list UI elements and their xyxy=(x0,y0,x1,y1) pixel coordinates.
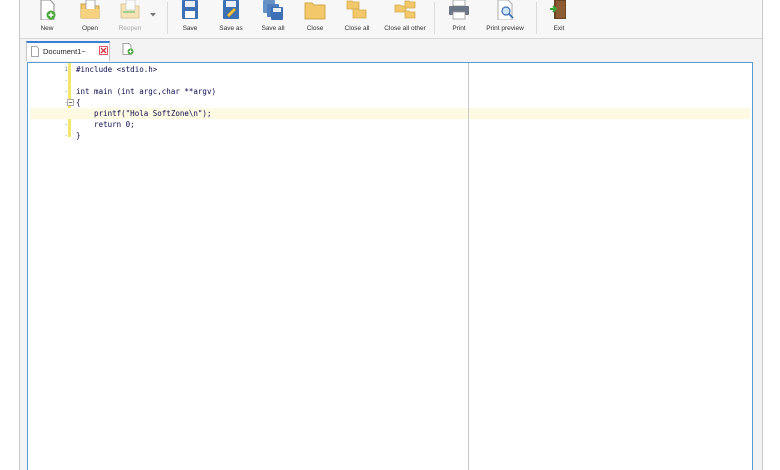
print-button[interactable]: Print xyxy=(444,0,474,38)
save-as-icon xyxy=(223,0,239,19)
new-button[interactable]: New xyxy=(32,0,62,38)
code-editor[interactable]: 1 - - - 6 - - #include <stdio.h> int mai… xyxy=(27,62,753,470)
fold-collapse-icon[interactable] xyxy=(67,99,74,106)
line-number: - xyxy=(64,88,68,95)
ribbon-toolbar: New Open Reopen Save Save as Save all Cl… xyxy=(20,0,762,39)
right-margin-guide xyxy=(468,63,469,470)
toolbar-separator xyxy=(536,2,537,34)
code-area[interactable]: #include <stdio.h> int main (int argc,ch… xyxy=(30,63,750,470)
code-line: return 0; xyxy=(76,120,135,129)
close-label: Close xyxy=(306,25,324,32)
new-tab-icon[interactable] xyxy=(122,43,134,55)
close-tab-icon[interactable] xyxy=(99,46,108,55)
code-line: int main (int argc,char **argv) xyxy=(76,87,216,96)
save-as-button[interactable]: Save as xyxy=(214,0,248,38)
line-number: - xyxy=(64,99,68,106)
close-all-other-icon xyxy=(394,0,416,19)
document-icon xyxy=(31,46,39,57)
code-line: #include <stdio.h> xyxy=(76,65,158,74)
save-all-button[interactable]: Save all xyxy=(256,0,290,38)
tab-label: Document1~ xyxy=(43,47,86,56)
reopen-icon xyxy=(120,0,140,19)
save-all-label: Save all xyxy=(261,25,285,32)
printer-icon xyxy=(449,0,469,20)
open-folder-icon xyxy=(80,0,100,19)
close-all-button[interactable]: Close all xyxy=(340,0,374,38)
close-all-other-label: Close all other xyxy=(384,25,426,32)
line-number: 1 xyxy=(64,66,68,73)
code-line: { xyxy=(76,98,81,107)
code-line: } xyxy=(76,131,81,140)
exit-label: Exit xyxy=(553,25,565,32)
tab-document1[interactable]: Document1~ xyxy=(26,41,110,61)
print-preview-icon xyxy=(497,0,514,20)
save-label: Save xyxy=(182,25,198,32)
save-all-icon xyxy=(263,0,283,20)
document-tab-bar: Document1~ xyxy=(20,39,762,61)
close-button[interactable]: Close xyxy=(300,0,330,38)
chevron-down-icon xyxy=(150,13,156,17)
print-preview-label: Print preview xyxy=(486,25,524,32)
new-label: New xyxy=(40,25,54,32)
app-window: New Open Reopen Save Save as Save all Cl… xyxy=(19,0,763,470)
close-all-folders-icon xyxy=(346,0,367,19)
toolbar-separator xyxy=(167,2,168,34)
reopen-dropdown[interactable] xyxy=(149,0,157,38)
save-button[interactable]: Save xyxy=(175,0,205,38)
open-button[interactable]: Open xyxy=(75,0,105,38)
exit-button[interactable]: Exit xyxy=(544,0,574,38)
toolbar-separator xyxy=(434,2,435,34)
line-number: - xyxy=(64,132,68,139)
new-file-icon xyxy=(40,0,56,20)
close-all-label: Close all xyxy=(344,25,370,32)
desktop-left xyxy=(0,0,19,470)
line-number: - xyxy=(64,77,68,84)
line-number-gutter: 1 - - - 6 - - xyxy=(28,63,68,470)
code-line-current: printf("Hola SoftZone\n"); xyxy=(30,108,750,119)
print-label: Print xyxy=(452,25,466,32)
save-disk-icon xyxy=(182,0,198,19)
close-all-other-button[interactable]: Close all other xyxy=(383,0,427,38)
exit-door-icon xyxy=(550,0,566,19)
reopen-label: Reopen xyxy=(118,25,142,32)
print-preview-button[interactable]: Print preview xyxy=(483,0,527,38)
close-folder-icon xyxy=(304,2,326,20)
reopen-button[interactable]: Reopen xyxy=(115,0,145,38)
open-label: Open xyxy=(82,25,98,32)
desktop-right xyxy=(762,0,780,470)
line-number: - xyxy=(64,121,68,128)
save-as-label: Save as xyxy=(219,25,243,32)
